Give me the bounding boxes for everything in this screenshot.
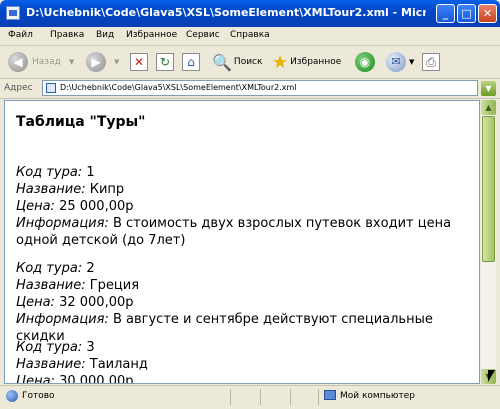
close-button[interactable]: ✕	[478, 4, 497, 23]
menu-favorites[interactable]: Избранное	[126, 30, 177, 40]
tour-price: 32 000,00р	[59, 295, 134, 310]
tour-record: Код тура: 1 Название: Кипр Цена: 25 000,…	[16, 164, 466, 249]
mail-button[interactable]: ✉ ▼	[386, 50, 414, 74]
mail-icon: ✉	[386, 52, 406, 72]
tour-record: Код тура: 2 Название: Греция Цена: 32 00…	[16, 260, 466, 345]
address-input[interactable]: D:\Uchebnik\Code\Glava5\XSL\SomeElement\…	[42, 80, 478, 96]
page-title: Таблица "Туры"	[16, 114, 146, 130]
tour-code: 3	[86, 340, 95, 355]
scroll-up-button[interactable]: ▲	[481, 100, 496, 115]
address-label: Адрес	[4, 83, 33, 93]
forward-arrow-icon: ▶	[86, 52, 106, 72]
printer-icon: ⎙	[422, 53, 440, 71]
refresh-button[interactable]: ↻	[156, 50, 174, 74]
menu-edit[interactable]: Правка	[50, 30, 84, 40]
info-label: Информация:	[16, 312, 109, 327]
media-button[interactable]: ◉	[355, 50, 375, 74]
status-divider	[260, 389, 261, 405]
my-computer-icon	[324, 390, 336, 400]
price-label: Цена:	[16, 199, 55, 214]
status-bar: Готово Мой компьютер	[0, 385, 500, 409]
tour-code: 2	[86, 261, 95, 276]
search-label: Поиск	[233, 57, 263, 67]
window-title: D:\Uchebnik\Code\Glava5\XSL\SomeElement\…	[26, 6, 426, 19]
print-button[interactable]: ⎙	[422, 50, 440, 74]
page-content: Таблица "Туры" Код тура: 1 Название: Кип…	[4, 100, 480, 384]
vertical-scrollbar[interactable]: ▲ ▼	[481, 100, 496, 384]
code-label: Код тура:	[16, 165, 83, 180]
mouse-cursor-icon	[488, 370, 495, 382]
status-divider	[290, 389, 291, 405]
favorites-label: Избранное	[290, 57, 342, 67]
address-value: D:\Uchebnik\Code\Glava5\XSL\SomeElement\…	[60, 83, 297, 92]
address-dropdown-button[interactable]: ▼	[481, 81, 496, 96]
mail-dropdown-icon: ▼	[409, 58, 415, 66]
back-label: Назад	[32, 57, 61, 67]
status-divider	[318, 389, 319, 405]
name-label: Название:	[16, 278, 86, 293]
name-label: Название:	[16, 357, 86, 372]
price-label: Цена:	[16, 295, 55, 310]
menu-help[interactable]: Справка	[230, 30, 270, 40]
media-icon: ◉	[355, 52, 375, 72]
tour-name: Кипр	[89, 182, 125, 197]
price-label: Цена:	[16, 374, 55, 384]
back-button[interactable]: ◀ Назад ▼	[8, 50, 74, 74]
menu-bar: Файл Правка Вид Избранное Сервис Справка	[0, 27, 500, 46]
security-zone: Мой компьютер	[340, 391, 415, 401]
status-text: Готово	[22, 391, 55, 401]
favorites-button[interactable]: ★ Избранное	[272, 50, 341, 74]
favorites-star-icon: ★	[272, 51, 289, 73]
forward-dropdown-icon: ▼	[114, 58, 120, 66]
ie-document-icon	[6, 6, 20, 20]
menu-tools[interactable]: Сервис	[186, 30, 220, 40]
tour-name: Греция	[89, 278, 140, 293]
home-icon: ⌂	[182, 53, 200, 71]
scrollbar-thumb[interactable]	[482, 116, 495, 262]
toolbar: ◀ Назад ▼ ▶ ▼ ✕ ↻ ⌂ 🔍 Поиск ★ Избранное …	[0, 46, 500, 79]
search-button[interactable]: 🔍 Поиск	[212, 50, 262, 74]
tour-code: 1	[86, 165, 95, 180]
menu-file[interactable]: Файл	[8, 30, 33, 40]
address-bar: Адрес D:\Uchebnik\Code\Glava5\XSL\SomeEl…	[0, 79, 500, 99]
tour-record: Код тура: 3 Название: Таиланд Цена: 30 0…	[16, 339, 466, 384]
tour-name: Таиланд	[89, 357, 148, 372]
status-divider	[230, 389, 231, 405]
ie-status-icon	[6, 390, 18, 402]
code-label: Код тура:	[16, 261, 83, 276]
page-icon	[46, 83, 56, 93]
maximize-button[interactable]: □	[457, 4, 476, 23]
menu-view[interactable]: Вид	[96, 30, 114, 40]
name-label: Название:	[16, 182, 86, 197]
forward-button[interactable]: ▶ ▼	[86, 50, 119, 74]
code-label: Код тура:	[16, 340, 83, 355]
search-icon: 🔍	[212, 52, 232, 72]
tour-price: 25 000,00р	[59, 199, 134, 214]
stop-icon: ✕	[130, 53, 148, 71]
title-bar[interactable]: D:\Uchebnik\Code\Glava5\XSL\SomeElement\…	[0, 0, 500, 27]
refresh-icon: ↻	[156, 53, 174, 71]
back-arrow-icon: ◀	[8, 52, 28, 72]
minimize-button[interactable]: _	[436, 4, 455, 23]
info-label: Информация:	[16, 216, 109, 231]
tour-price: 30 000,00р	[59, 374, 134, 384]
back-dropdown-icon: ▼	[68, 58, 75, 66]
home-button[interactable]: ⌂	[182, 50, 200, 74]
stop-button[interactable]: ✕	[130, 50, 148, 74]
